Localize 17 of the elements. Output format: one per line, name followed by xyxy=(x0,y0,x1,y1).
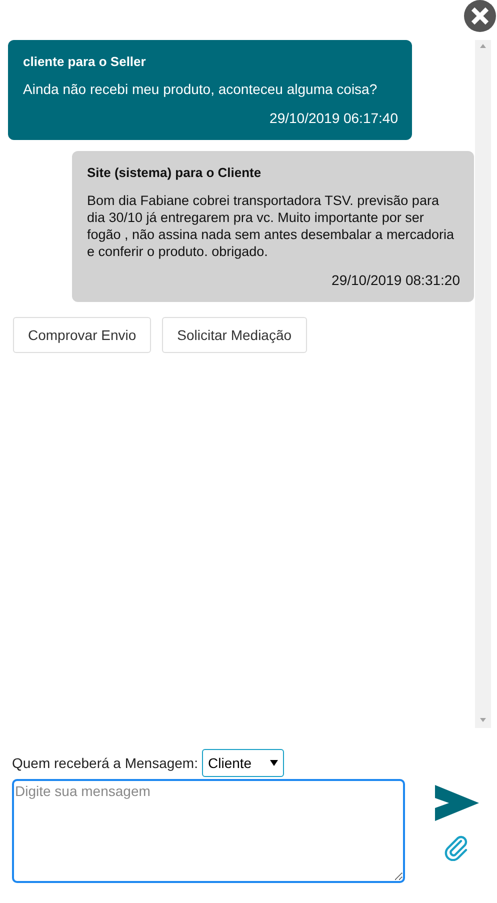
message-time: 29/10/2019 08:31:20 xyxy=(330,272,460,288)
message-time: 29/10/2019 06:17:40 xyxy=(268,110,398,126)
action-button[interactable]: Solicitar Mediação xyxy=(162,317,307,353)
recipient-label: Quem receberá a Mensagem: xyxy=(12,755,198,771)
recipient-select[interactable]: Cliente xyxy=(202,749,284,777)
message-text: Ainda não recebi meu produto, aconteceu alguma coisa? xyxy=(23,81,378,98)
action-button[interactable]: Comprovar Envio xyxy=(13,317,152,353)
message-input[interactable]: Digite sua mensagem xyxy=(12,779,405,883)
message-sender: Site (sistema) para o Cliente xyxy=(87,165,262,180)
message-text: Bom dia Fabiane cobrei transportadora TSV. previsão para dia 30/10 já entregarem pra vc. Muito importante por ser fogão , não assina nada sem antes desembalar a mercadoria e conferir o produto. obrigado. xyxy=(87,192,455,260)
send-icon[interactable] xyxy=(435,785,479,821)
paperclip-icon[interactable] xyxy=(444,835,470,861)
close-button[interactable] xyxy=(464,0,496,32)
close-icon xyxy=(470,6,490,26)
dropdown-icon xyxy=(270,759,278,767)
message-sender: cliente para o Seller xyxy=(23,54,147,69)
scrollbar[interactable] xyxy=(475,40,491,728)
